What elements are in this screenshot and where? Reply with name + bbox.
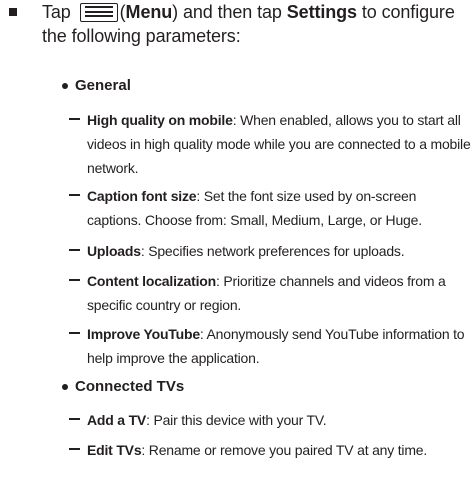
setting-term: Edit TVs xyxy=(87,442,142,458)
setting-item-text: Content localization: Prioritize channel… xyxy=(87,269,471,317)
dash-bullet-icon xyxy=(69,249,80,251)
setting-item-text: Edit TVs: Rename or remove you paired TV… xyxy=(87,438,471,462)
setting-term: High quality on mobile xyxy=(87,112,233,128)
setting-term: Improve YouTube xyxy=(87,326,200,342)
dot-bullet-icon xyxy=(62,83,68,89)
setting-term: Add a TV xyxy=(87,412,147,428)
setting-desc: : Pair this device with your TV. xyxy=(146,412,327,428)
setting-item-text: Improve YouTube: Anonymously send YouTub… xyxy=(87,322,471,370)
dash-bullet-icon xyxy=(69,332,80,334)
setting-desc: : Rename or remove you paired TV at any … xyxy=(141,442,428,458)
setting-item-text: Uploads: Specifies network preferences f… xyxy=(87,239,471,263)
setting-term: Uploads xyxy=(87,243,141,259)
setting-item-text: High quality on mobile: When enabled, al… xyxy=(87,108,471,180)
menu-label: Menu xyxy=(125,2,173,22)
tap-word: Tap xyxy=(42,2,71,22)
setting-term: Content localization xyxy=(87,273,217,289)
settings-label: Settings xyxy=(286,2,357,22)
setting-desc: : Specifies network preferences for uplo… xyxy=(140,243,405,259)
square-bullet-icon xyxy=(9,8,17,16)
dash-bullet-icon xyxy=(69,448,80,450)
setting-term: Caption font size xyxy=(87,188,197,204)
manual-page: Tap (Menu) and then tap Settings to conf… xyxy=(0,0,473,485)
dash-bullet-icon xyxy=(69,279,80,281)
setting-item-text: Add a TV: Pair this device with your TV. xyxy=(87,408,471,432)
dot-bullet-icon xyxy=(62,384,68,390)
dash-bullet-icon xyxy=(69,418,80,420)
then-tap-text: and then tap xyxy=(182,2,282,22)
setting-item-text: Caption font size: Set the font size use… xyxy=(87,184,471,232)
dash-bullet-icon xyxy=(69,194,80,196)
intro-text: Tap (Menu) and then tap Settings to conf… xyxy=(42,2,455,46)
general-title: General xyxy=(75,77,131,94)
dash-bullet-icon xyxy=(69,118,80,120)
connected-tvs-title: Connected TVs xyxy=(75,378,185,395)
menu-icon xyxy=(79,3,118,22)
